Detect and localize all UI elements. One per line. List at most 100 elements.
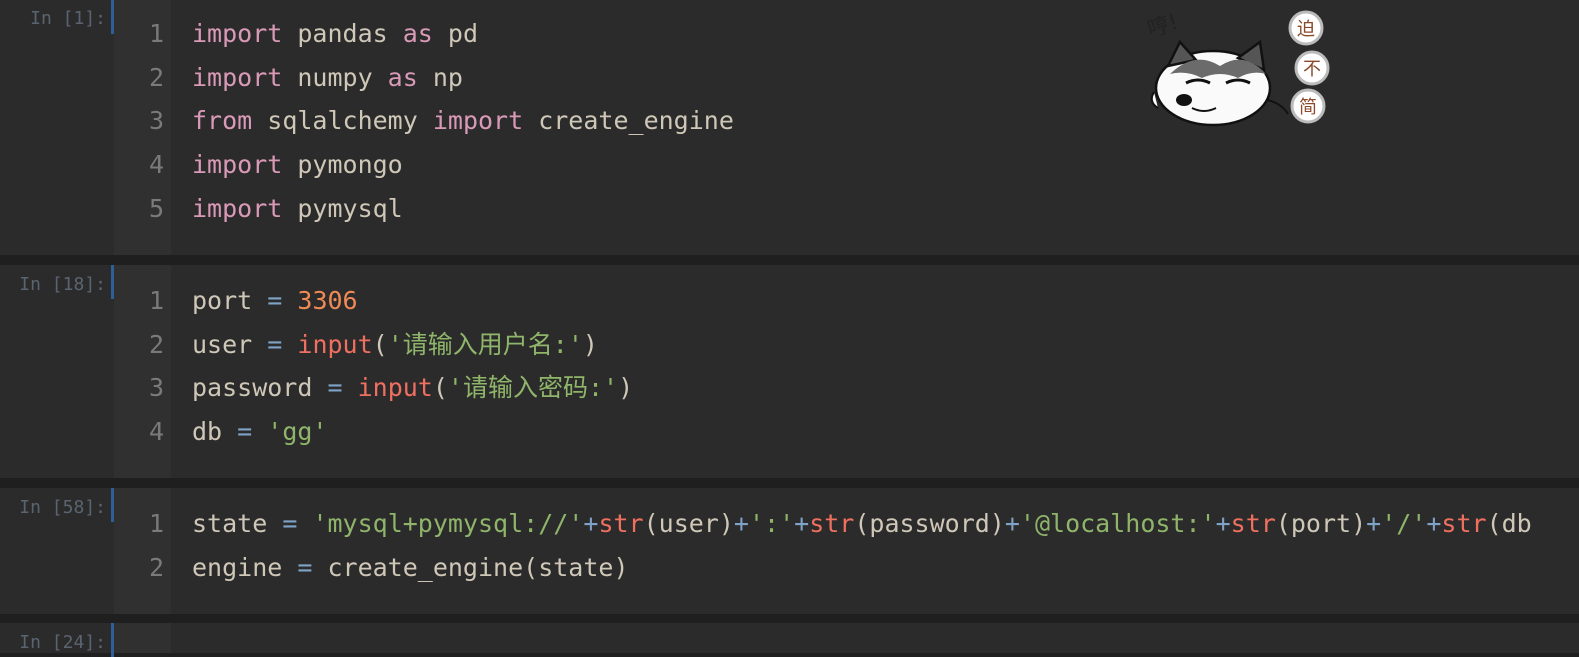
code-token: (	[432, 373, 448, 403]
code-token: =	[282, 509, 298, 538]
line-number: 2	[148, 552, 164, 582]
code-cell[interactable]: In [24]:	[0, 623, 1579, 657]
code-token: +	[794, 509, 810, 538]
code-line: 4 import pymongo	[114, 143, 1579, 187]
code-token: state	[192, 509, 283, 538]
code-text: import pandas as pd	[192, 12, 478, 56]
code-token: sqlalchemy	[252, 106, 433, 136]
code-token: =	[327, 373, 343, 403]
code-token: +	[733, 509, 749, 538]
code-text: user = input('请输入用户名:')	[192, 323, 598, 367]
code-token: ':'	[748, 509, 795, 538]
code-text: from sqlalchemy import create_engine	[192, 99, 734, 143]
cell-prompt: In [18]:	[19, 274, 106, 295]
code-token: pandas	[282, 19, 403, 48]
code-line: 2 engine = create_engine(state)	[114, 546, 1579, 590]
code-token: numpy	[282, 62, 388, 92]
line-number-gutter	[114, 623, 171, 653]
code-token: (port)	[1275, 509, 1367, 538]
line-number: 1	[148, 286, 164, 315]
code-token: as	[387, 62, 418, 92]
code-token: 3306	[297, 286, 358, 315]
code-token: pd	[432, 19, 478, 48]
code-token: pymongo	[282, 150, 403, 180]
code-cell[interactable]: In [1]: 1 import pandas as pd 2 import num…	[0, 0, 1579, 255]
code-line: 5 import pymysql	[114, 187, 1579, 231]
sticker-badge-text: 简	[1299, 97, 1317, 118]
code-token: str	[809, 509, 855, 538]
code-token: +	[1366, 509, 1382, 538]
code-token: import	[192, 193, 283, 223]
sticker-speech-text: 哼!	[1145, 10, 1182, 43]
line-number: 4	[148, 150, 164, 180]
line-number: 5	[148, 193, 164, 223]
code-token: =	[267, 286, 283, 315]
code-token: import	[192, 150, 283, 180]
code-token: '/'	[1381, 509, 1427, 538]
code-text: import pymongo	[192, 143, 403, 187]
code-token: np	[417, 62, 463, 92]
code-token: password	[192, 373, 328, 403]
code-line: 1 port = 3306	[114, 279, 1579, 323]
code-token: input	[357, 373, 433, 403]
code-cell[interactable]: In [58]: 1 state = 'mysql+pymysql://'+str…	[0, 488, 1579, 614]
code-line: 4 db = 'gg'	[114, 410, 1579, 454]
code-line: 2 import numpy as np	[114, 56, 1579, 100]
code-token: +	[1426, 509, 1442, 538]
line-number: 2	[148, 329, 164, 359]
code-editor[interactable]: 1 state = 'mysql+pymysql://'+str(user)+':…	[114, 502, 1579, 589]
code-token: '请输入密码:'	[447, 373, 619, 403]
code-token: '@localhost:'	[1019, 509, 1216, 538]
code-text: state = 'mysql+pymysql://'+str(user)+':'…	[192, 502, 1532, 546]
code-text: engine = create_engine(state)	[192, 546, 629, 590]
code-token: engine	[192, 552, 298, 582]
husky-sticker-graphic: 哼! 迫 不 简	[1145, 10, 1330, 127]
code-token: create_engine(state)	[312, 552, 629, 582]
sticker-badge-text: 不	[1303, 59, 1321, 80]
line-number: 2	[148, 62, 164, 92]
code-token: port	[192, 286, 268, 315]
code-token: str	[1230, 509, 1276, 538]
line-number: 1	[148, 19, 164, 48]
cell-prompt: In [58]:	[19, 497, 106, 518]
code-token: =	[237, 417, 253, 447]
code-text: import pymysql	[192, 187, 403, 231]
code-token: )	[582, 329, 598, 359]
code-token: import	[192, 19, 283, 48]
code-editor[interactable]: 1 import pandas as pd 2 import numpy as np…	[114, 12, 1579, 230]
code-token: user	[192, 329, 268, 359]
code-text: password = input('请输入密码:')	[192, 366, 633, 410]
code-text: import numpy as np	[192, 56, 463, 100]
line-number: 4	[148, 417, 164, 447]
code-token: 'gg'	[267, 417, 328, 447]
code-token: +	[583, 509, 599, 538]
code-token: str	[1441, 509, 1487, 538]
code-token: +	[1004, 509, 1020, 538]
code-token: (db	[1486, 509, 1532, 538]
cell-prompt: In [24]:	[19, 632, 106, 653]
line-number: 3	[148, 373, 164, 403]
code-token: 'mysql+pymysql://'	[312, 509, 584, 538]
code-token: =	[267, 329, 283, 359]
code-token: (password)	[854, 509, 1005, 538]
code-line: 3 password = input('请输入密码:')	[114, 366, 1579, 410]
cell-prompt: In [1]:	[30, 8, 106, 29]
code-token: import	[432, 106, 524, 136]
code-line: 1 import pandas as pd	[114, 12, 1579, 56]
code-token: db	[192, 417, 238, 447]
code-cell[interactable]: In [18]: 1 port = 3306 2 user = input('请输入…	[0, 265, 1579, 478]
code-token: pymysql	[282, 193, 403, 223]
code-token: input	[297, 329, 373, 359]
code-token: )	[618, 373, 634, 403]
code-editor[interactable]: 1 port = 3306 2 user = input('请输入用户名:') 3p…	[114, 279, 1579, 454]
code-text: port = 3306	[192, 279, 358, 323]
code-line: 2 user = input('请输入用户名:')	[114, 323, 1579, 367]
line-number: 3	[148, 106, 164, 136]
code-line: 3 from sqlalchemy import create_engine	[114, 99, 1579, 143]
code-token: (	[372, 329, 388, 359]
code-token: (user)	[643, 509, 734, 538]
